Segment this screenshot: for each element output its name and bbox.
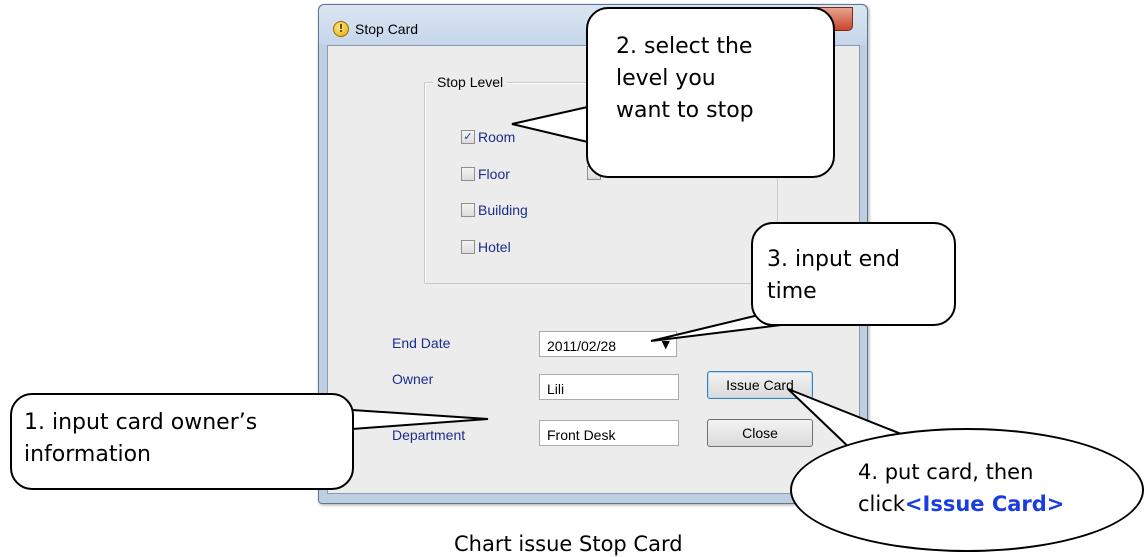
callout2-line1: 2. select the	[616, 34, 753, 59]
callout2-line2: level you	[616, 66, 716, 91]
callout1-line1: 1. input card owner’s	[24, 410, 258, 435]
callout2-line3: want to stop	[616, 98, 754, 123]
callout1-pointer	[351, 409, 489, 430]
callout4-highlight: <Issue Card>	[904, 492, 1065, 516]
callout4-line2: click<Issue Card>	[858, 488, 1142, 520]
callout-issue-card: 4. put card, then click<Issue Card>	[790, 428, 1144, 552]
callout4-line1: 4. put card, then	[858, 460, 1034, 484]
callout-end-time: 3. input end time	[751, 222, 956, 326]
callout3-line1: 3. input end	[767, 247, 901, 272]
callout4-prefix: click	[858, 492, 905, 516]
callout-owner-info: 1. input card owner’s information	[10, 393, 354, 490]
figure-caption: Chart issue Stop Card	[454, 532, 683, 556]
callout1-line2: information	[24, 442, 151, 467]
callout3-line2: time	[767, 279, 817, 304]
callout2-pointer	[511, 105, 593, 144]
callout-select-level: 2. select the level you want to stop	[586, 7, 835, 178]
